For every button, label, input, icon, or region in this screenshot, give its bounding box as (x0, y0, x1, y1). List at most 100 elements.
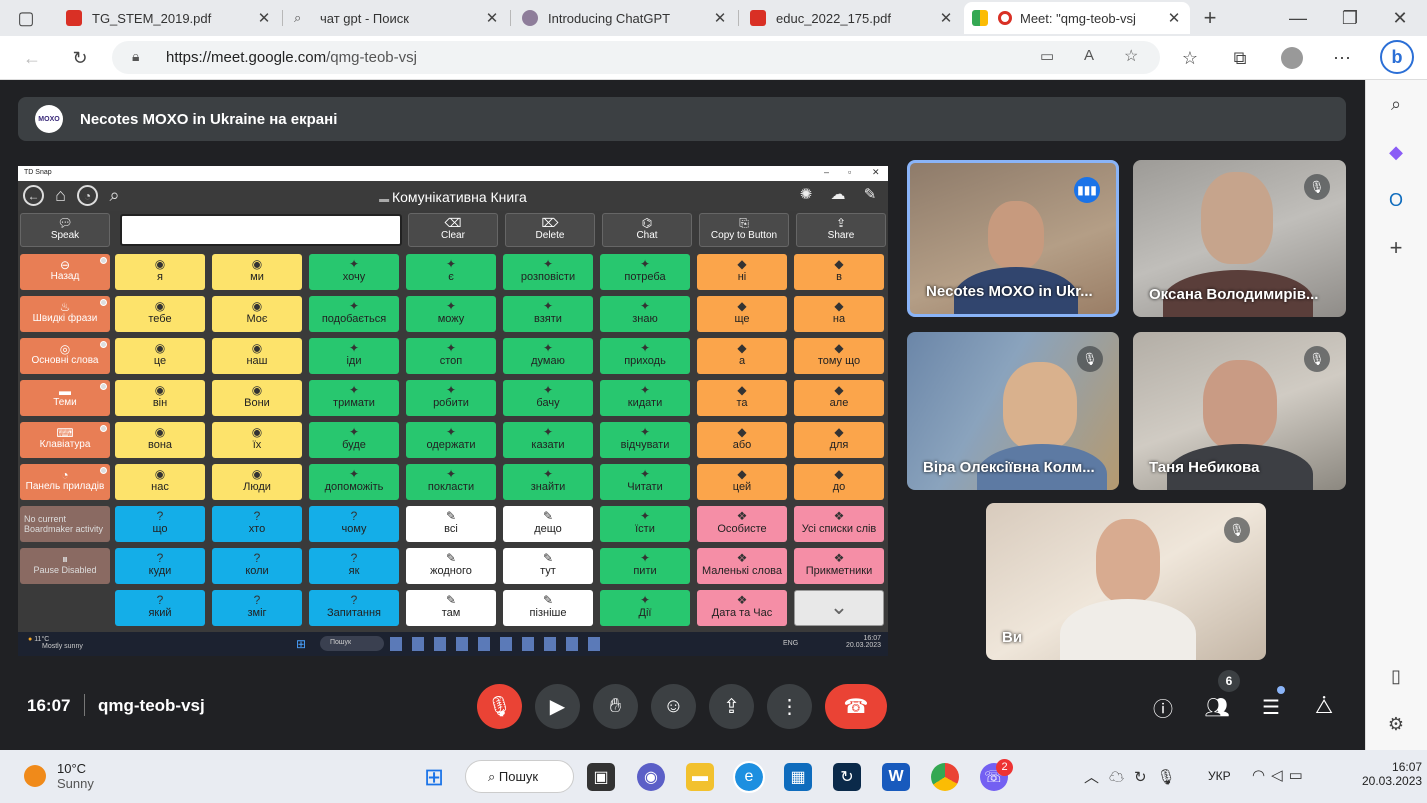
file-explorer-icon[interactable]: ▬ (686, 763, 714, 791)
mic-toggle-button[interactable]: 🎙︎ (477, 684, 522, 729)
vocabulary-cell: ✎ дещо (503, 506, 593, 542)
browser-tab-5-active[interactable]: Meet: "qmg-teob-vsj ✕ (964, 2, 1190, 34)
vocabulary-cell: ◆ ще (697, 296, 787, 332)
vocabulary-cell-label: приходь (624, 355, 666, 367)
vocabulary-cell: ❖ Усі списки слів (794, 506, 884, 542)
browser-tab-3[interactable]: Introducing ChatGPT ✕ (514, 2, 736, 34)
close-tab-icon[interactable]: ✕ (712, 9, 728, 27)
participant-body (1060, 599, 1196, 660)
vocabulary-cell-label: Вони (244, 397, 270, 409)
vocabulary-cell: ◆ ні (697, 254, 787, 290)
vocabulary-cell-label: Люди (243, 481, 271, 493)
network-volume-battery-icons[interactable]: ◠◁▭ (1252, 766, 1309, 784)
symbol-icon: ◉ (154, 383, 166, 397)
taskbar-language: ENG (783, 640, 799, 647)
browser-tab-4[interactable]: educ_2022_175.pdf ✕ (742, 2, 962, 34)
leave-call-button[interactable]: ☎︎ (825, 684, 887, 729)
close-tab-icon[interactable]: ✕ (256, 9, 272, 27)
bing-icon[interactable]: b (1380, 40, 1414, 74)
activities-button[interactable]: ⧊ (1309, 692, 1339, 722)
start-button[interactable]: ⊞ (420, 763, 448, 791)
meeting-details-button[interactable]: ⓘ (1148, 692, 1178, 722)
system-tray-icons[interactable]: ︿☁↻🎙︎ (1084, 766, 1186, 787)
share-icon: ⇪ (835, 216, 847, 230)
sidebar-toggle-icon[interactable]: ▯ (1384, 664, 1408, 688)
vocabulary-cell-label: Особисте (717, 523, 767, 535)
symbol-icon: ✦ (445, 383, 457, 397)
vocabulary-cell-label: та (736, 397, 748, 409)
participant-tile-self[interactable]: 🎙︎ Ви (986, 503, 1266, 660)
vocabulary-cell-label: можу (437, 313, 465, 325)
copilot-icon[interactable]: ◆ (1384, 140, 1408, 164)
minimize-icon[interactable]: — (1284, 4, 1312, 32)
url-field[interactable]: 🔒︎ https://meet.google.com/qmg-teob-vsj … (112, 41, 1160, 74)
close-tab-icon[interactable]: ✕ (1166, 9, 1182, 27)
chat-button[interactable]: ☰ (1256, 692, 1286, 722)
start-icon: ⊞ (296, 637, 307, 651)
participant-tile-2[interactable]: 🎙︎ Оксана Володимирів... (1133, 160, 1346, 317)
windows-taskbar: 10°C Sunny ⊞ ⌕ Пошук ▣ ◉ ▬ e ▦ ↻ W ☏ 2 ︿☁… (0, 750, 1427, 803)
edit-wand-icon: ✎ (863, 186, 877, 203)
symbol-icon: ◆ (737, 257, 747, 271)
side-back: ⊖ Назад (20, 254, 110, 290)
openai-icon (522, 10, 538, 26)
reactions-button[interactable]: ☺ (651, 684, 696, 729)
td-snap-app-icon[interactable]: ↻ (833, 763, 861, 791)
vocabulary-cell-label: буде (342, 439, 366, 451)
raise-hand-button[interactable]: ✋︎ (593, 684, 638, 729)
td-snap-window-title: TD Snap (24, 169, 52, 176)
edge-icon[interactable]: e (733, 761, 765, 793)
browser-tab-1[interactable]: TG_STEM_2019.pdf ✕ (58, 2, 280, 34)
outlook-icon[interactable]: O (1384, 188, 1408, 212)
present-button[interactable]: ⇪ (709, 684, 754, 729)
vocabulary-cell-label: кидати (627, 397, 663, 409)
camera-toggle-button[interactable]: ▶ (535, 684, 580, 729)
td-snap-toolbar: ← ⌂ ◔ ⌕ ▬ Комунікативна Книга ✺ ☁ ✎ (18, 181, 888, 211)
participant-tile-1[interactable]: ▮▮▮ Necotes MOXO in Ukr... (907, 160, 1119, 317)
url-text: https://meet.google.com/qmg-teob-vsj (166, 49, 417, 66)
chrome-icon[interactable] (931, 763, 959, 791)
participant-tile-3[interactable]: 🎙︎ Віра Олексіївна Колм... (907, 332, 1119, 490)
vocabulary-cell-label: Усі списки слів (801, 523, 877, 535)
word-icon[interactable]: W (882, 763, 910, 791)
new-tab-button[interactable]: + (1196, 4, 1224, 32)
store-icon[interactable]: ▦ (784, 763, 812, 791)
collections-icon[interactable]: ⧉ (1226, 44, 1254, 72)
read-aloud-icon[interactable]: A (1084, 47, 1094, 64)
teams-chat-icon[interactable]: ◉ (637, 763, 665, 791)
maximize-icon[interactable]: ❐ (1336, 4, 1364, 32)
close-tab-icon[interactable]: ✕ (484, 9, 500, 27)
settings-gear-icon[interactable]: ⚙ (1384, 712, 1408, 736)
more-menu-icon[interactable]: ⋯ (1328, 44, 1356, 72)
symbol-icon: ✦ (639, 593, 651, 607)
taskbar-clock[interactable]: 16:07 20.03.2023 (1362, 760, 1422, 788)
tab-title: чат gpt - Поиск (320, 10, 409, 26)
vocabulary-cell: ❖ Прикметники (794, 548, 884, 584)
participant-face (1096, 519, 1160, 603)
participant-tile-4[interactable]: 🎙︎ Таня Небикова (1133, 332, 1346, 490)
back-arrow-icon[interactable]: ← (18, 44, 46, 72)
profile-avatar[interactable] (1278, 44, 1306, 72)
search-icon[interactable]: ⌕ (1384, 92, 1408, 116)
vocabulary-cell: ❖ Дата та Час (697, 590, 787, 626)
favorites-icon[interactable]: ☆ (1176, 44, 1204, 72)
close-window-icon[interactable]: ✕ (1386, 4, 1414, 32)
weather-widget[interactable]: 10°C Sunny (57, 761, 94, 791)
favorite-add-icon[interactable]: ☆ (1124, 46, 1138, 66)
task-view-icon[interactable]: ▣ (587, 763, 615, 791)
camera-permission-icon[interactable]: ▭ (1040, 47, 1054, 65)
refresh-icon[interactable]: ↻ (66, 44, 94, 72)
people-button[interactable]: 👥︎ (1202, 692, 1232, 722)
close-tab-icon[interactable]: ✕ (938, 9, 954, 27)
vocabulary-cell: ✦ буде (309, 422, 399, 458)
pdf-icon (66, 10, 82, 26)
hand-icon: ✋︎ (609, 695, 622, 717)
browser-tab-2[interactable]: ⌕ чат gpt - Поиск ✕ (286, 2, 508, 34)
input-language[interactable]: УКР (1208, 769, 1231, 783)
add-icon[interactable]: + (1384, 235, 1408, 260)
taskbar-search[interactable]: ⌕ Пошук (465, 760, 574, 793)
meet-icon (972, 10, 988, 26)
more-options-button[interactable]: ⋮ (767, 684, 812, 729)
tab-actions-icon[interactable]: ▢ (12, 4, 40, 32)
mic-off-icon: 🎙︎ (1304, 346, 1330, 372)
